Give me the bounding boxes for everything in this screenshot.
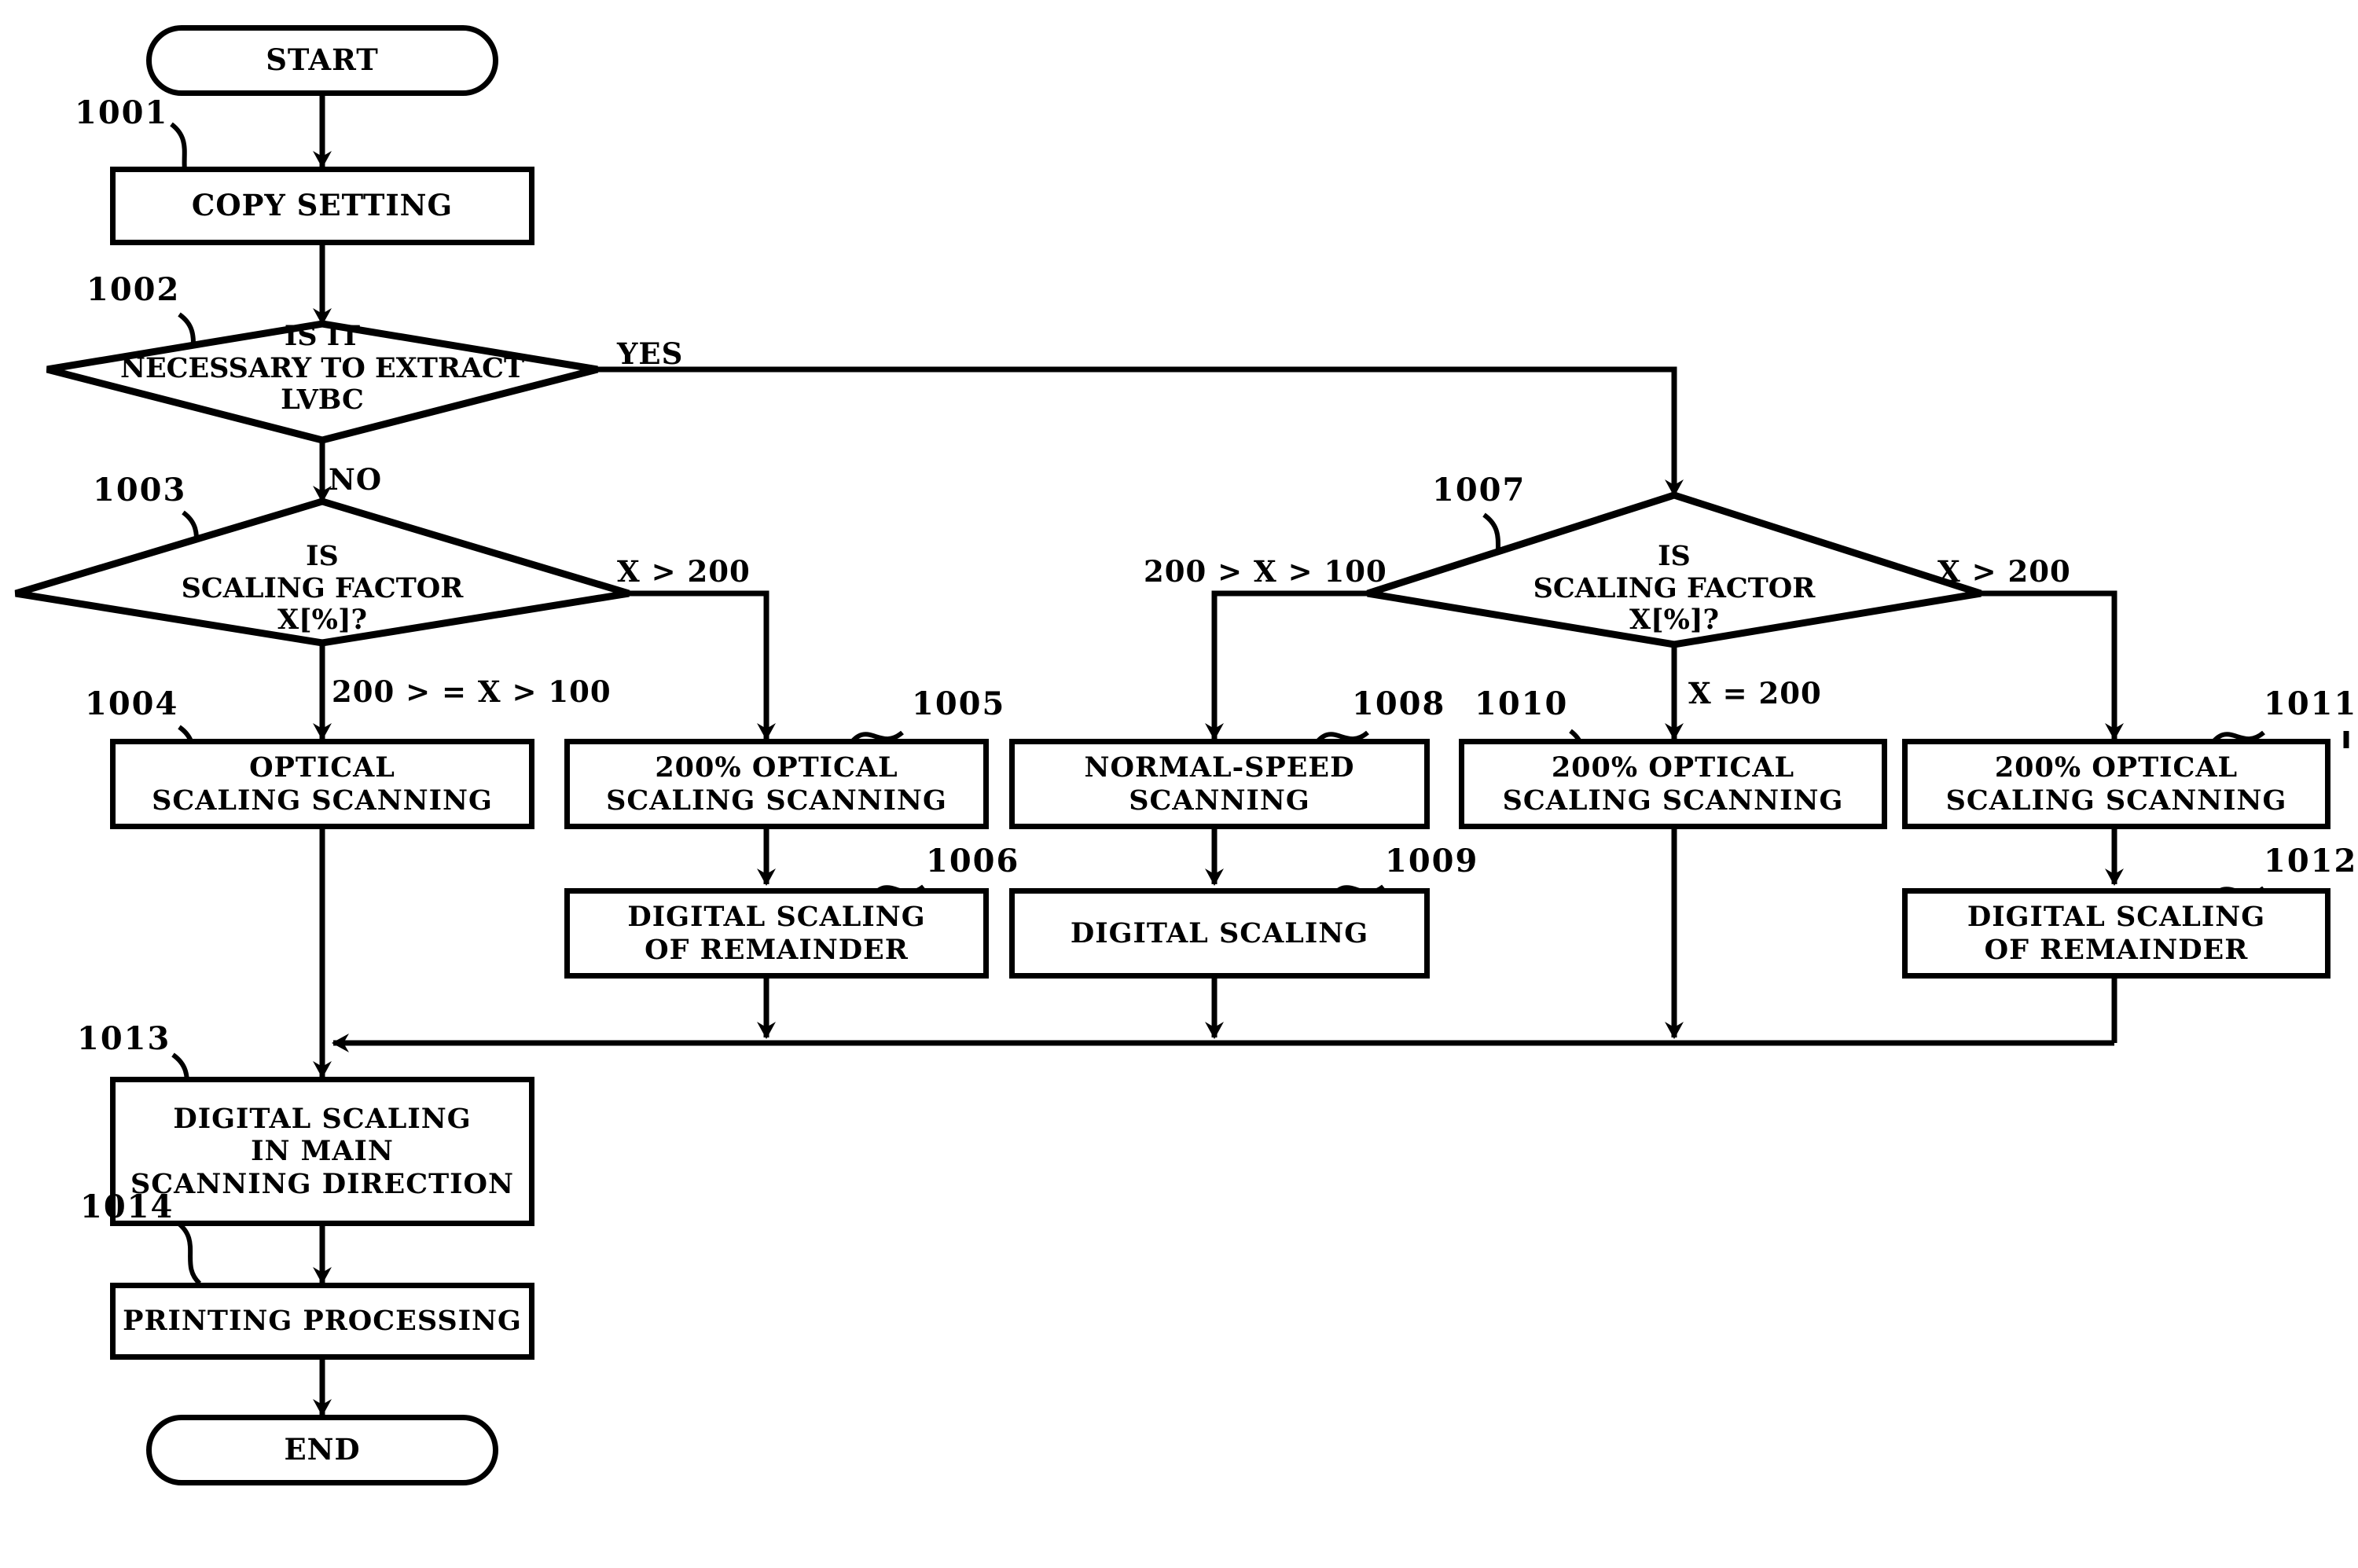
process-1014-label: PRINTING PROCESSING [123,1305,522,1338]
terminator-start-label: START [266,42,379,78]
process-1010-label: 200% OPTICAL SCALING SCANNING [1502,751,1844,817]
ref-1011: 1011 [2264,685,2358,722]
ref-1010: 1010 [1475,685,1569,722]
process-1012-label: DIGITAL SCALING OF REMAINDER [1967,901,2266,966]
process-1001-label: COPY SETTING [191,188,454,223]
ref-1002: 1002 [86,271,181,308]
process-1013-label: DIGITAL SCALING IN MAIN SCANNING DIRECTI… [130,1103,514,1200]
edge-label-1003-gt200: X > 200 [617,554,751,589]
process-1005: 200% OPTICAL SCALING SCANNING [564,739,989,829]
process-1006: DIGITAL SCALING OF REMAINDER [564,888,989,979]
process-1004: OPTICAL SCALING SCANNING [110,739,534,829]
process-1008-label: NORMAL-SPEED SCANNING [1084,751,1355,817]
ref-1004: 1004 [85,685,179,722]
ref-1003: 1003 [93,472,187,509]
edge-label-yes-1002: YES [617,336,684,371]
process-1011-label: 200% OPTICAL SCALING SCANNING [1945,751,2287,817]
process-1012: DIGITAL SCALING OF REMAINDER [1902,888,2330,979]
ref-1012: 1012 [2264,843,2358,879]
ref-1008: 1008 [1352,685,1446,722]
edge-label-no-1002: NO [329,462,383,497]
process-1001: COPY SETTING [110,167,534,245]
process-1014: PRINTING PROCESSING [110,1283,534,1360]
ref-1006: 1006 [926,843,1020,879]
edge-label-1007-eq200: X = 200 [1688,676,1822,711]
process-1009: DIGITAL SCALING [1009,888,1430,979]
decision-1007-label: IS SCALING FACTOR X[%]? [1533,540,1816,637]
ref-1007: 1007 [1432,472,1526,509]
process-1004-label: OPTICAL SCALING SCANNING [152,751,493,817]
terminator-start: START [146,25,498,96]
edge-label-1003-main: 200 > = X > 100 [332,674,612,709]
process-1010: 200% OPTICAL SCALING SCANNING [1459,739,1887,829]
edge-label-1007-range: 200 > X > 100 [1144,554,1387,589]
process-1006-label: DIGITAL SCALING OF REMAINDER [627,901,926,966]
ref-1005: 1005 [912,685,1006,722]
edge-label-1007-gt200: X > 200 [1937,554,2071,589]
terminator-end: END [146,1415,498,1485]
flowchart-canvas: START END COPY SETTING OPTICAL SCALING S… [0,0,2358,1568]
process-1008: NORMAL-SPEED SCANNING [1009,739,1430,829]
decision-1003-label: IS SCALING FACTOR X[%]? [181,540,464,637]
terminator-end-label: END [284,1432,361,1467]
ref-1014: 1014 [80,1188,174,1225]
ref-1001: 1001 [75,94,169,131]
process-1009-label: DIGITAL SCALING [1070,916,1369,949]
process-1005-label: 200% OPTICAL SCALING SCANNING [606,751,947,817]
decision-1002-label: IS IT NECESSARY TO EXTRACT LVBC [119,320,525,417]
ref-1009: 1009 [1385,843,1479,879]
process-1011: 200% OPTICAL SCALING SCANNING [1902,739,2330,829]
ref-1013: 1013 [77,1020,171,1057]
